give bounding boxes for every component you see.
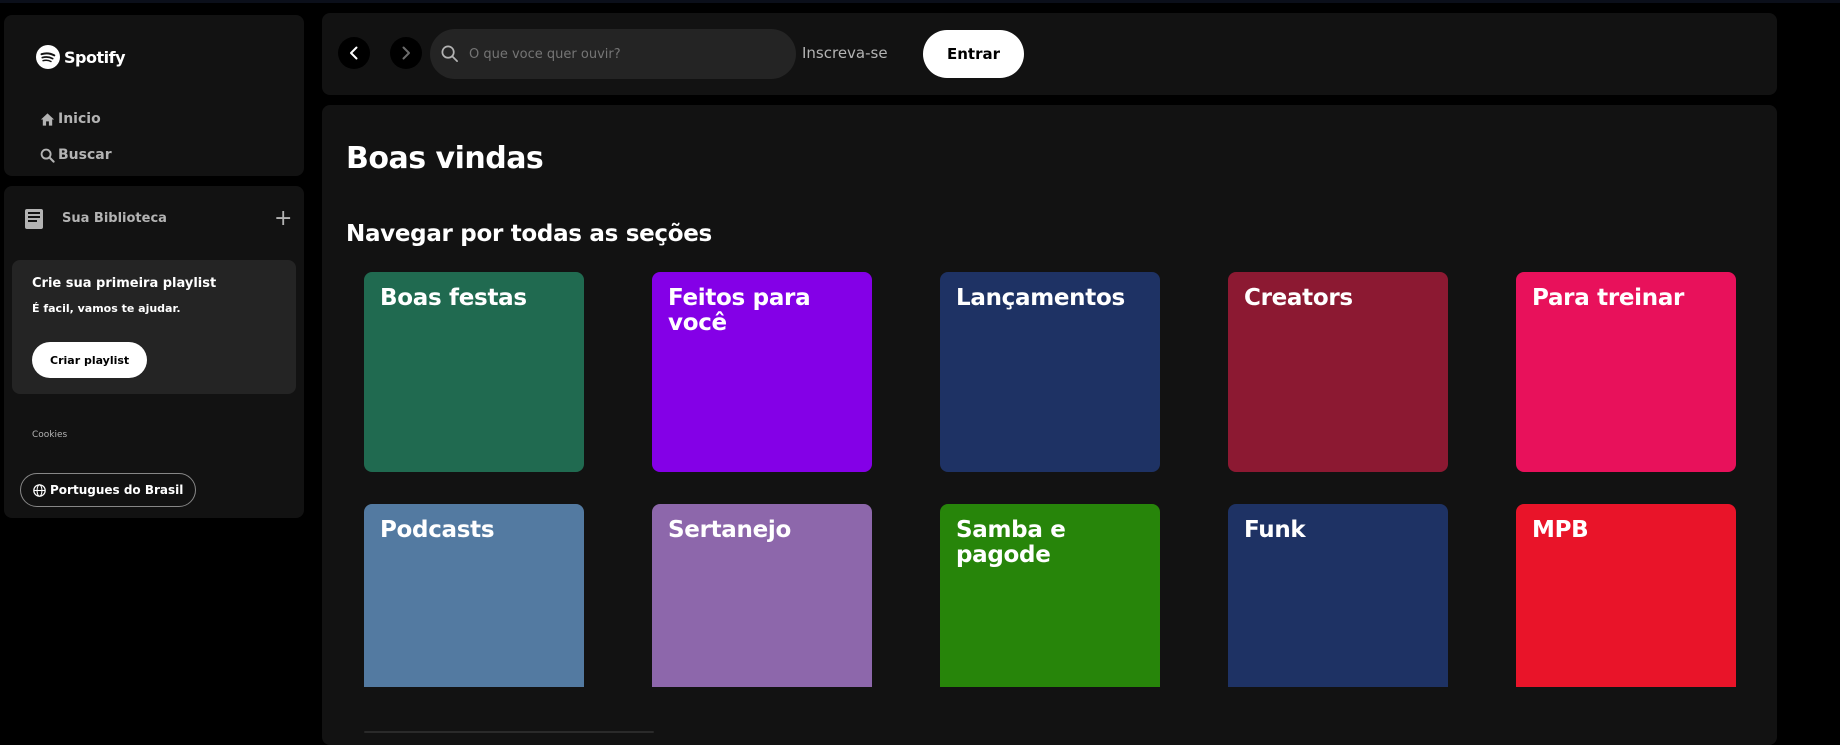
forward-button[interactable] xyxy=(390,37,422,69)
category-label: Lançamentos xyxy=(956,285,1125,311)
category-label: Podcasts xyxy=(380,517,495,543)
sidebar-nav: Spotify Inicio Buscar xyxy=(4,15,304,176)
category-tile[interactable]: Samba e pagode xyxy=(940,504,1160,687)
chevron-right-icon xyxy=(402,46,410,60)
sidebar-library: Sua Biblioteca + Crie sua primeira playl… xyxy=(4,186,304,518)
category-grid: Boas festas Feitos para você Lançamentos… xyxy=(364,272,1736,687)
category-label: Samba e pagode xyxy=(956,517,1066,568)
category-tile[interactable]: Lançamentos xyxy=(940,272,1160,472)
library-icon[interactable] xyxy=(24,208,44,230)
signup-link[interactable]: Inscreva-se xyxy=(802,44,888,62)
create-playlist-card: Crie sua primeira playlist É facil, vamo… xyxy=(12,260,296,394)
section-title: Navegar por todas as seções xyxy=(346,221,712,247)
category-label: Para treinar xyxy=(1532,285,1685,311)
search-icon xyxy=(40,148,55,163)
language-button[interactable]: Portugues do Brasil xyxy=(20,473,197,507)
globe-icon xyxy=(33,483,46,497)
library-header: Sua Biblioteca + xyxy=(20,208,292,232)
page-title: Boas vindas xyxy=(346,141,544,176)
category-tile[interactable]: MPB xyxy=(1516,504,1736,687)
category-tile[interactable]: Para treinar xyxy=(1516,272,1736,472)
create-playlist-title: Crie sua primeira playlist xyxy=(32,276,217,291)
category-label: Sertanejo xyxy=(668,517,791,543)
category-tile[interactable]: Podcasts xyxy=(364,504,584,687)
category-tile[interactable]: Boas festas xyxy=(364,272,584,472)
spotify-logo-icon xyxy=(36,45,60,69)
main-content: Boas vindas Navegar por todas as seções … xyxy=(322,105,1777,745)
back-button[interactable] xyxy=(338,37,370,69)
create-playlist-button[interactable]: Criar playlist xyxy=(32,342,148,378)
spotify-logo[interactable]: Spotify xyxy=(36,45,126,69)
search-input[interactable] xyxy=(469,29,779,79)
sidebar-item-buscar[interactable]: Buscar xyxy=(40,147,112,163)
category-label: Feitos para você xyxy=(668,285,811,336)
category-tile[interactable]: Funk xyxy=(1228,504,1448,687)
home-icon xyxy=(40,112,55,126)
sidebar-item-inicio[interactable]: Inicio xyxy=(40,111,101,127)
logo-text: Spotify xyxy=(64,47,126,67)
category-label: Funk xyxy=(1244,517,1306,543)
category-label: Boas festas xyxy=(380,285,527,311)
sidebar-item-label: Inicio xyxy=(58,111,101,127)
login-button[interactable]: Entrar xyxy=(923,30,1024,78)
create-playlist-subtitle: É facil, vamos te ajudar. xyxy=(32,302,181,315)
chevron-left-icon xyxy=(350,46,358,60)
top-header: Inscreva-se Entrar xyxy=(322,13,1777,95)
language-label: Portugues do Brasil xyxy=(50,483,184,497)
sidebar-item-label: Buscar xyxy=(58,147,112,163)
cookies-link[interactable]: Cookies xyxy=(32,430,67,440)
top-bar-line xyxy=(0,0,1840,3)
search-icon xyxy=(441,45,458,62)
category-label: MPB xyxy=(1532,517,1589,543)
library-title[interactable]: Sua Biblioteca xyxy=(62,211,167,226)
search-box xyxy=(430,29,796,79)
category-tile[interactable]: Creators xyxy=(1228,272,1448,472)
category-tile[interactable]: Sertanejo xyxy=(652,504,872,687)
plus-icon[interactable]: + xyxy=(274,208,292,230)
category-label: Creators xyxy=(1244,285,1353,311)
category-tile[interactable]: Feitos para você xyxy=(652,272,872,472)
next-section-hint xyxy=(364,731,654,733)
